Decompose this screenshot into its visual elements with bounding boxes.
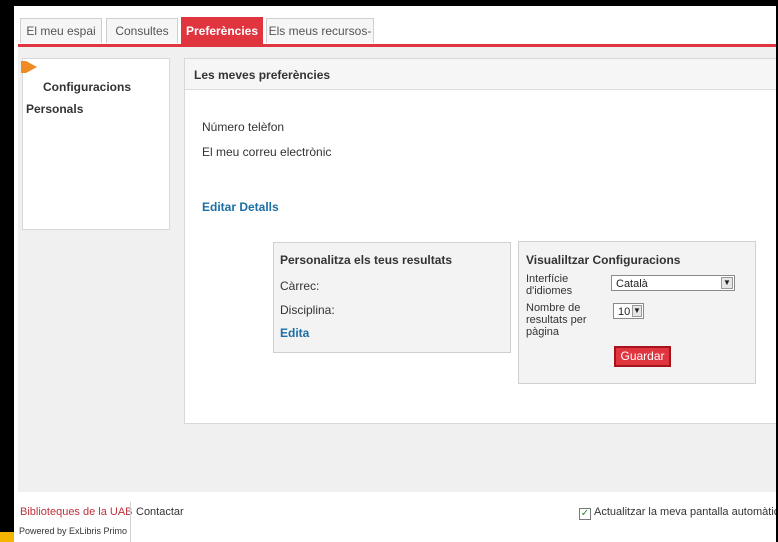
nav-arrow-tip-icon xyxy=(26,61,37,73)
checkmark-icon: ✓ xyxy=(580,508,590,519)
panel-header: Les meves preferències xyxy=(185,59,778,90)
language-select[interactable]: Català ▼ xyxy=(611,275,735,291)
language-select-value: Català xyxy=(616,278,648,290)
language-label-line1: Interfície xyxy=(526,273,569,285)
auto-update-checkbox[interactable]: ✓ xyxy=(579,508,591,520)
results-label-line2: resultats per xyxy=(526,314,587,326)
nav-item-configuracions[interactable]: Configuracions xyxy=(43,80,131,94)
edit-details-link[interactable]: Editar Detalls xyxy=(202,200,279,214)
window-frame-accent xyxy=(0,532,14,542)
chevron-down-icon: ▼ xyxy=(721,277,733,289)
contact-link[interactable]: Contactar xyxy=(136,506,184,518)
results-label-line3: pàgina xyxy=(526,326,560,338)
results-per-page-value: 10 xyxy=(618,306,631,318)
language-label-line2: d'idiomes xyxy=(526,285,573,297)
edit-link[interactable]: Edita xyxy=(280,326,309,340)
footer-divider xyxy=(130,502,131,542)
results-label-line1: Nombre de xyxy=(526,302,581,314)
results-per-page-select[interactable]: 10 ▼ xyxy=(613,303,644,319)
email-label: El meu correu electrònic xyxy=(202,145,332,159)
nav-item-personals[interactable]: Personals xyxy=(26,102,83,116)
discipline-label: Disciplina: xyxy=(280,303,335,317)
tab-consultes[interactable]: Consultes xyxy=(106,18,178,43)
save-button[interactable]: Guardar xyxy=(614,346,671,367)
left-navigation: Configuracions Personals xyxy=(21,58,170,230)
library-link[interactable]: Biblioteques de la UAB xyxy=(20,506,133,518)
tab-els-meus-recursos-e[interactable]: Els meus recursos-e xyxy=(266,18,374,62)
personalize-results-box: Personalitza els teus resultats Càrrec: … xyxy=(273,242,511,353)
chevron-down-icon: ▼ xyxy=(632,305,642,317)
role-label: Càrrec: xyxy=(280,279,320,293)
auto-update-label: Actualitzar la meva pantalla automàticam… xyxy=(594,506,778,518)
footer: Biblioteques de la UAB Contactar Powered… xyxy=(18,492,778,542)
phone-label: Número telèfon xyxy=(202,120,285,134)
tab-preferencies[interactable]: Preferències xyxy=(181,17,263,44)
tab-el-meu-espai[interactable]: El meu espai xyxy=(20,18,102,43)
page-title: Les meves preferències xyxy=(194,68,331,82)
tab-bar: El meu espai Consultes Preferències Els … xyxy=(18,14,776,62)
personalize-title: Personalitza els teus resultats xyxy=(280,253,453,267)
powered-by-text: Powered by ExLibris Primo xyxy=(19,526,128,536)
display-settings-title: Visualiltzar Configuracions xyxy=(526,253,681,267)
window-frame-left xyxy=(0,0,14,542)
window-frame-top xyxy=(0,0,778,6)
